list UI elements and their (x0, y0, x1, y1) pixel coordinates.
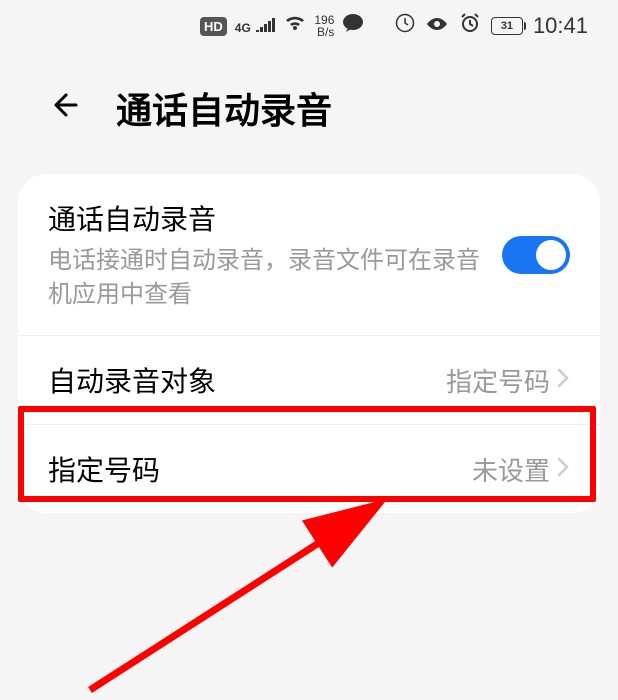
network-type: 4G (235, 15, 277, 38)
wifi-icon (284, 14, 306, 38)
toggle-knob (536, 240, 566, 270)
specified-number-row[interactable]: 指定号码 未设置 (18, 424, 600, 513)
hd-badge: HD (200, 17, 227, 36)
chevron-right-icon (556, 454, 570, 485)
auto-record-content: 通话自动录音 电话接通时自动录音，录音文件可在录音机应用中查看 (48, 198, 502, 311)
page-header: 通话自动录音 (0, 52, 618, 164)
auto-record-title: 通话自动录音 (48, 198, 502, 238)
record-target-title: 自动录音对象 (48, 360, 446, 400)
specified-number-title: 指定号码 (48, 449, 472, 489)
lock-rotate-icon (395, 13, 415, 39)
eye-icon (425, 15, 449, 38)
back-arrow-icon[interactable] (50, 87, 86, 129)
specified-number-content: 指定号码 (48, 449, 472, 489)
battery-icon: 31 (491, 17, 523, 35)
record-target-content: 自动录音对象 (48, 360, 446, 400)
signal-icon (256, 15, 276, 37)
chevron-right-icon (556, 365, 570, 396)
record-target-row[interactable]: 自动录音对象 指定号码 (18, 335, 600, 424)
record-target-value: 指定号码 (446, 362, 570, 399)
alarm-icon (459, 12, 481, 40)
auto-record-row[interactable]: 通话自动录音 电话接通时自动录音，录音文件可在录音机应用中查看 (18, 174, 600, 335)
clock-time: 10:41 (533, 13, 588, 39)
net-speed: 196 B/s (314, 14, 334, 38)
settings-card: 通话自动录音 电话接通时自动录音，录音文件可在录音机应用中查看 自动录音对象 指… (18, 174, 600, 513)
page-title: 通话自动录音 (116, 82, 332, 134)
status-bar: HD 4G 196 B/s 31 10:41 (0, 0, 618, 52)
specified-number-value: 未设置 (472, 451, 570, 488)
annotation-arrow (80, 490, 400, 700)
status-right: 31 10:41 (395, 12, 588, 40)
message-icon (342, 13, 364, 39)
auto-record-toggle[interactable] (502, 236, 570, 274)
auto-record-desc: 电话接通时自动录音，录音文件可在录音机应用中查看 (48, 244, 502, 311)
status-left: HD 4G 196 B/s (200, 13, 364, 39)
